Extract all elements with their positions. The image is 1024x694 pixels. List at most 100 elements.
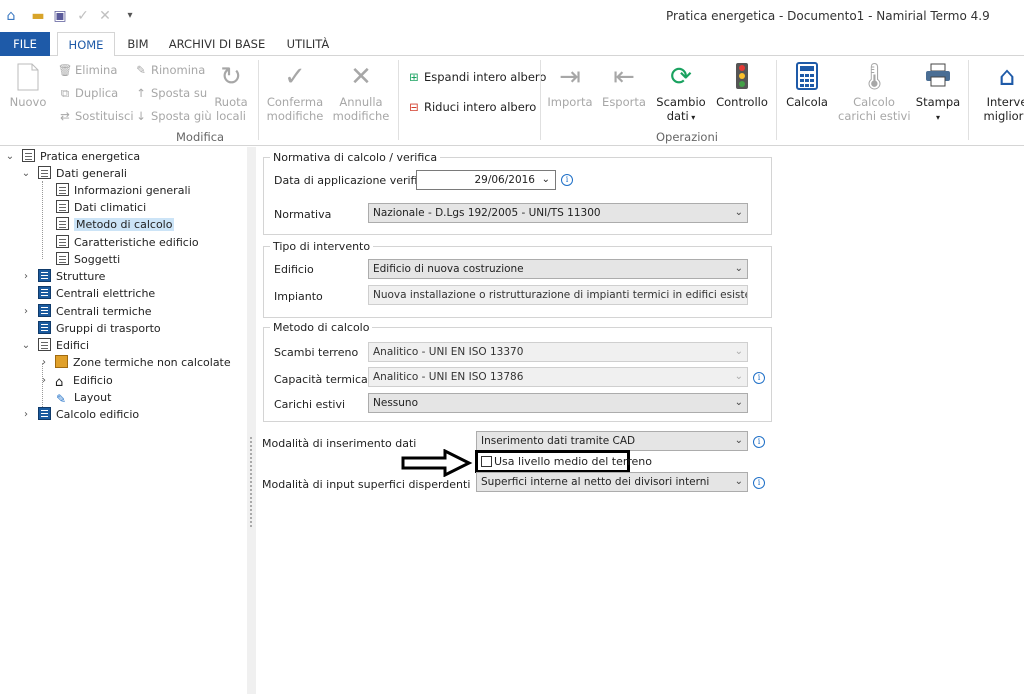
ruota-locali-button[interactable]: ↻ Ruota locali	[209, 62, 253, 123]
tree-item-centrali-elettriche[interactable]: Centrali elettriche	[20, 285, 155, 302]
rinomina-button[interactable]: ✎ Rinomina	[133, 62, 205, 78]
sposta-giu-button[interactable]: ↓ Sposta giù	[133, 108, 211, 124]
chevron-right-icon[interactable]: ›	[38, 372, 50, 389]
dropdown-caret-icon: ▾	[935, 113, 940, 122]
info-icon[interactable]: i	[753, 372, 765, 384]
carichi-estivi-select[interactable]: Nessuno ⌄	[368, 393, 748, 413]
chevron-down-icon: ⌄	[734, 289, 743, 300]
tree-item-informazioni-generali[interactable]: Informazioni generali	[56, 182, 191, 199]
tree-item-dati-generali[interactable]: ⌄ Dati generali	[20, 165, 127, 182]
normativa-select[interactable]: Nazionale - D.Lgs 192/2005 - UNI/TS 1130…	[368, 203, 748, 223]
sync-arrows-icon: ⟳	[670, 62, 692, 92]
edificio-select[interactable]: Edificio di nuova costruzione ⌄	[368, 259, 748, 279]
tab-archivi-di-base[interactable]: ARCHIVI DI BASE	[166, 32, 268, 56]
scambio-dati-button[interactable]: ⟳ Scambio dati ▾	[654, 62, 708, 125]
chevron-down-icon[interactable]: ⌄	[20, 165, 32, 182]
quick-access-dropdown-icon[interactable]: ▾	[122, 8, 138, 24]
chevron-down-icon[interactable]: ⌄	[542, 171, 550, 189]
info-icon[interactable]: i	[753, 436, 765, 448]
scambi-terreno-label: Scambi terreno	[274, 346, 359, 359]
tab-file[interactable]: FILE	[0, 32, 50, 56]
panel-splitter[interactable]	[247, 147, 256, 694]
calcola-button[interactable]: Calcola	[782, 62, 832, 109]
document-icon	[38, 338, 51, 351]
tree-item-zone-termiche[interactable]: › Zone termiche non calcolate	[38, 354, 231, 371]
tab-home[interactable]: HOME	[57, 32, 115, 57]
usa-livello-label[interactable]: Usa livello medio del terreno	[494, 455, 652, 468]
chevron-down-icon[interactable]: ⌄	[20, 337, 32, 354]
ribbon: Nuovo 🗑 Elimina ⧉ Duplica ⇄ Sostituisci ✎ Ri…	[0, 56, 1024, 146]
tree-item-pratica-energetica[interactable]: ⌄ Pratica energetica	[4, 148, 140, 165]
usa-livello-checkbox[interactable]	[481, 456, 492, 467]
sposta-su-button[interactable]: ↑ Sposta su	[133, 85, 207, 101]
tree-item-dati-climatici[interactable]: Dati climatici	[56, 199, 146, 216]
traffic-light-icon	[726, 62, 758, 92]
tree-item-edifici[interactable]: ⌄ Edifici	[20, 337, 89, 354]
tree-item-strutture[interactable]: › Strutture	[20, 268, 105, 285]
annotation-arrow-icon	[401, 449, 473, 477]
chevron-down-icon: ⌄	[734, 346, 743, 357]
ribbon-separator	[776, 60, 777, 140]
save-icon[interactable]: ▣	[52, 8, 68, 24]
tree-item-soggetti[interactable]: Soggetti	[56, 251, 120, 268]
esporta-button[interactable]: ⇤ Esporta	[600, 62, 648, 109]
tree-item-edificio[interactable]: › ⌂ Edificio	[38, 372, 113, 389]
tree-item-gruppi-di-trasporto[interactable]: Gruppi di trasporto	[20, 320, 161, 337]
info-icon[interactable]: i	[561, 174, 573, 186]
house-icon: ⌂	[55, 375, 64, 390]
tipo-intervento-group: Tipo di intervento	[263, 240, 772, 318]
conferma-modifiche-button[interactable]: ✓ Conferma modifiche	[264, 62, 326, 123]
modalita-inserimento-label: Modalità di inserimento dati	[262, 437, 417, 450]
tree-item-layout[interactable]: ✎ Layout	[56, 389, 111, 406]
tree-item-metodo-di-calcolo[interactable]: Metodo di calcolo	[56, 216, 175, 233]
edificio-label: Edificio	[274, 263, 314, 276]
confirm-check-icon[interactable]: ✓	[75, 8, 91, 24]
stampa-button[interactable]: Stampa ▾	[914, 62, 962, 125]
tab-utilita[interactable]: UTILITÀ	[278, 32, 338, 56]
elimina-button[interactable]: 🗑 Elimina	[57, 62, 118, 78]
document-icon	[56, 200, 69, 213]
riduci-albero-button[interactable]: ⊟ Riduci intero albero	[406, 99, 536, 115]
nuovo-button[interactable]: Nuovo	[6, 62, 50, 109]
chevron-right-icon[interactable]: ›	[20, 268, 32, 285]
impianto-select[interactable]: Nuova installazione o ristrutturazione d…	[368, 285, 748, 305]
tree-item-centrali-termiche[interactable]: › Centrali termiche	[20, 303, 152, 320]
check-icon: ✓	[284, 62, 306, 92]
arrow-up-icon: ↑	[136, 86, 146, 100]
calcolo-carichi-estivi-button[interactable]: 🌡 Calcolo carichi estivi	[838, 62, 911, 123]
modalita-inserimento-select[interactable]: Inserimento dati tramite CAD ⌄	[476, 431, 748, 451]
sostituisci-button[interactable]: ⇄ Sostituisci	[57, 108, 133, 124]
scambi-terreno-select[interactable]: Analitico - UNI EN ISO 13370 ⌄	[368, 342, 748, 362]
espandi-albero-button[interactable]: ⊞ Espandi intero albero	[406, 69, 546, 85]
ribbon-separator	[968, 60, 969, 140]
chevron-right-icon[interactable]: ›	[20, 406, 32, 423]
tab-bim[interactable]: BIM	[120, 32, 156, 56]
impianto-label: Impianto	[274, 290, 323, 303]
interventi-migliorativi-button[interactable]: ⌂ Intervemigliora	[982, 62, 1024, 123]
tree-item-calcolo-edificio[interactable]: › Calcolo edificio	[20, 406, 139, 423]
tree-item-caratteristiche-edificio[interactable]: Caratteristiche edificio	[56, 234, 199, 251]
transport-group-icon	[38, 321, 51, 334]
controllo-button[interactable]: Controllo	[714, 62, 770, 109]
open-folder-icon[interactable]: ▬	[30, 8, 46, 24]
form-panel: Normativa di calcolo / verifica Data di …	[256, 147, 1024, 694]
chevron-right-icon[interactable]: ›	[38, 354, 50, 371]
capacita-termica-select[interactable]: Analitico - UNI EN ISO 13786 ⌄	[368, 367, 748, 387]
project-tree: ⌄ Pratica energetica ⌄ Dati generali Inf…	[0, 147, 247, 694]
chevron-right-icon[interactable]: ›	[20, 303, 32, 320]
normativa-group-title: Normativa di calcolo / verifica	[270, 151, 441, 164]
input-superfici-select[interactable]: Superfici interne al netto dei divisori …	[476, 472, 748, 492]
data-applicazione-input[interactable]: 29/06/2016 ⌄	[416, 170, 556, 190]
carichi-estivi-label: Carichi estivi	[274, 398, 346, 411]
importa-button[interactable]: ⇥ Importa	[546, 62, 594, 109]
ribbon-separator	[398, 60, 399, 140]
document-icon	[56, 235, 69, 248]
annulla-modifiche-button[interactable]: ✕ Annulla modifiche	[330, 62, 392, 123]
duplica-button[interactable]: ⧉ Duplica	[57, 85, 118, 101]
cancel-x-icon[interactable]: ✕	[97, 8, 113, 24]
info-icon[interactable]: i	[753, 477, 765, 489]
thermal-plant-icon	[38, 304, 51, 317]
collapse-tree-icon: ⊟	[409, 100, 419, 114]
nuovo-label: Nuovo	[9, 95, 47, 109]
chevron-down-icon[interactable]: ⌄	[4, 148, 16, 165]
